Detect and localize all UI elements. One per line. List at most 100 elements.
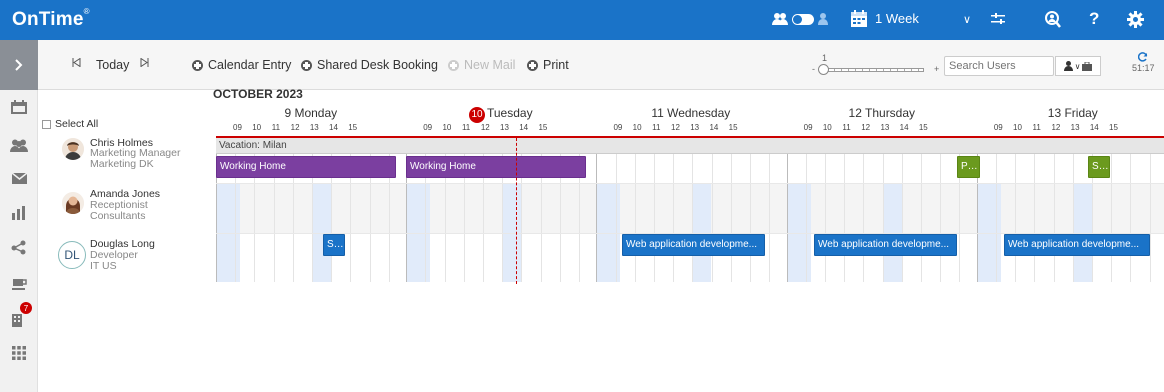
hour-label: 11	[271, 123, 281, 132]
grid-column[interactable]	[1034, 154, 1036, 282]
grid-column[interactable]	[1072, 154, 1074, 282]
event-pr-thursday[interactable]: Pr...	[957, 156, 980, 178]
select-all-checkbox-row[interactable]: Select All	[42, 118, 98, 130]
user-row-chris-holmes[interactable]: Chris Holmes Marketing Manager Marketing…	[38, 134, 216, 184]
day-header-monday: 9 Monday	[284, 106, 338, 120]
person-icon	[818, 13, 828, 25]
zoom-minus[interactable]: -	[812, 64, 815, 74]
grid-column[interactable]	[730, 154, 732, 282]
view-dropdown-chevron[interactable]: ∨	[963, 13, 971, 26]
person-icon	[1063, 61, 1073, 71]
grid-column[interactable]	[901, 154, 903, 282]
grid-column[interactable]	[750, 154, 751, 282]
app-logo: OnTime®	[12, 7, 90, 30]
select-all-checkbox[interactable]	[42, 119, 51, 129]
view-selector[interactable]: 1 Week	[851, 10, 919, 27]
day-header-tuesday: 10 Tuesday	[406, 106, 596, 123]
grid-column[interactable]	[805, 154, 807, 282]
grid-column[interactable]	[1111, 154, 1113, 282]
zoom-plus[interactable]: +	[934, 64, 939, 74]
sidebar-share-icon[interactable]	[8, 236, 30, 258]
grid-column[interactable]	[786, 154, 788, 282]
sidebar-group-icon[interactable]	[8, 134, 30, 156]
hour-label: 14	[519, 123, 529, 132]
search-users-input[interactable]	[944, 56, 1054, 76]
grid-column[interactable]	[654, 154, 655, 282]
shared-desk-booking-button[interactable]: Shared Desk Booking	[301, 58, 438, 72]
event-web-dev-friday[interactable]: Web application developme...	[1004, 234, 1150, 256]
event-working-home-monday[interactable]: Working Home	[216, 156, 396, 178]
sidebar-coffee-icon[interactable]	[8, 272, 30, 294]
prev-week-button[interactable]	[72, 58, 81, 67]
grid-column[interactable]	[1015, 154, 1017, 282]
zoom-slider[interactable]: 1 - +	[812, 53, 942, 79]
grid-column[interactable]	[596, 154, 598, 282]
event-working-home-tuesday[interactable]: Working Home	[406, 156, 586, 178]
event-st-friday[interactable]: St...	[1088, 156, 1110, 178]
grid-column[interactable]	[1130, 154, 1132, 282]
print-button[interactable]: Print	[527, 58, 569, 72]
event-web-dev-thursday[interactable]: Web application developme...	[814, 234, 957, 256]
user-row-amanda-jones[interactable]: Amanda Jones Receptionist Consultants	[38, 184, 216, 234]
top-bar: OnTime® 1 Week ∨ ?	[0, 0, 1164, 40]
grid-column[interactable]	[921, 154, 922, 282]
grid-column[interactable]	[825, 154, 826, 282]
calendar-entry-button[interactable]: Calendar Entry	[192, 58, 291, 72]
sidebar-expand-button[interactable]	[0, 40, 38, 90]
search-people-icon[interactable]	[1045, 11, 1061, 28]
grid-column[interactable]	[634, 154, 636, 282]
hour-label: 10	[632, 123, 642, 132]
sidebar: 7	[0, 40, 38, 392]
new-mail-button[interactable]: New Mail	[448, 58, 515, 72]
add-circle-icon	[448, 59, 459, 71]
hour-label: 12	[671, 123, 680, 132]
grid-column[interactable]	[1149, 154, 1151, 282]
grid-column[interactable]	[711, 154, 713, 282]
zoom-thumb[interactable]	[818, 64, 829, 75]
grid-column[interactable]	[863, 154, 865, 282]
next-week-button[interactable]	[140, 58, 149, 67]
help-button[interactable]: ?	[1089, 9, 1099, 29]
sidebar-calendar-icon[interactable]	[8, 96, 30, 118]
zoom-track	[820, 68, 924, 72]
event-web-dev-wednesday[interactable]: Web application developme...	[622, 234, 765, 256]
hour-label: 15	[538, 123, 548, 132]
hour-label: 15	[728, 123, 738, 132]
sidebar-chart-icon[interactable]	[8, 202, 30, 224]
grid-column[interactable]	[692, 154, 694, 282]
hour-label: 14	[899, 123, 909, 132]
user-type-filter[interactable]: ∨	[1055, 56, 1101, 76]
grid-column[interactable]	[769, 154, 771, 282]
hour-label: 10	[252, 123, 262, 132]
hour-label: 13	[690, 123, 700, 132]
add-circle-icon	[301, 59, 312, 71]
sidebar-desk-icon[interactable]: 7	[8, 302, 32, 330]
hour-label: 13	[500, 123, 509, 132]
hour-label: 09	[423, 123, 433, 132]
sidebar-apps-icon[interactable]	[8, 342, 30, 364]
hour-label: 15	[918, 123, 928, 132]
today-button[interactable]: Today	[96, 58, 129, 72]
group-icon	[772, 13, 788, 25]
toggle-switch[interactable]	[792, 13, 814, 25]
grid-column[interactable]	[996, 154, 997, 282]
grid-column[interactable]	[940, 154, 942, 282]
sidebar-mail-icon[interactable]	[8, 167, 30, 189]
day-header-wednesday: 11 Wednesday	[651, 106, 731, 120]
event-st-monday[interactable]: St...	[323, 234, 345, 256]
grid-column[interactable]	[1053, 154, 1055, 282]
refresh-button[interactable]: 51:17	[1132, 52, 1155, 73]
gear-icon[interactable]	[1127, 11, 1144, 28]
grid-column[interactable]	[673, 154, 675, 282]
hour-label: 14	[329, 123, 338, 132]
toolbar: Today Calendar Entry Shared Desk Booking…	[38, 40, 1164, 90]
user-row-douglas-long[interactable]: DL Douglas Long Developer IT US	[38, 234, 216, 284]
people-toggle[interactable]	[772, 12, 828, 26]
row-background	[216, 184, 1164, 234]
filter-icon[interactable]	[991, 13, 1005, 25]
grid-column[interactable]	[844, 154, 846, 282]
grid-column[interactable]	[615, 154, 617, 282]
vacation-bar[interactable]: Vacation: Milan	[216, 138, 1164, 154]
grid-column[interactable]	[882, 154, 884, 282]
hour-label: 14	[709, 123, 719, 132]
